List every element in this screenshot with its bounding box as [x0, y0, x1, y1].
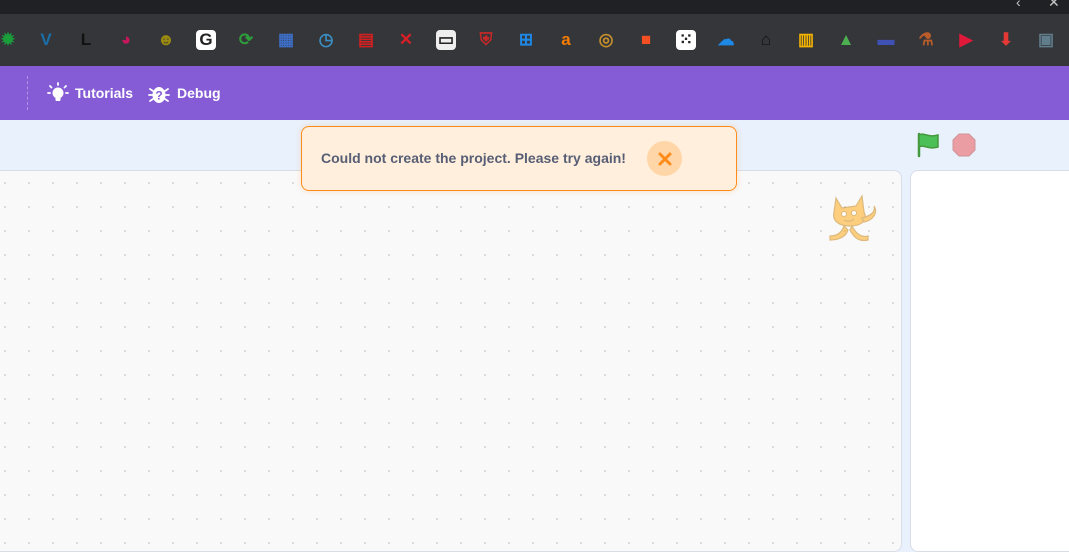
ext-amazon-icon[interactable]: a: [556, 30, 576, 50]
ext-green-refresh-icon[interactable]: ⟳: [236, 30, 256, 50]
ext-windows-icon[interactable]: ⊞: [516, 30, 536, 50]
ext-triangle-icon[interactable]: ▲: [836, 30, 856, 50]
ext-microsoft-icon[interactable]: ■: [636, 30, 656, 50]
ext-blue-window-icon[interactable]: ▬: [876, 30, 896, 50]
ext-bank-icon[interactable]: ⌂: [756, 30, 776, 50]
close-icon: [658, 152, 671, 165]
code-workspace[interactable]: [0, 170, 902, 552]
menu-bar: Tutorials ? Debug: [0, 66, 1069, 120]
ext-grid-icon[interactable]: ▦: [276, 30, 296, 50]
stop-icon[interactable]: [952, 133, 976, 157]
menu-divider: [27, 76, 28, 110]
ext-cloud-icon[interactable]: ☁: [716, 30, 736, 50]
alert-message: Could not create the project. Please try…: [321, 150, 626, 166]
ext-shield-icon[interactable]: ⛨: [476, 30, 496, 50]
ext-yellow-face-icon[interactable]: ☻: [156, 30, 176, 50]
ext-red-play-icon[interactable]: ▶: [956, 30, 976, 50]
ext-piano-icon[interactable]: ▥: [796, 30, 816, 50]
ext-red-down-icon[interactable]: ⬇: [996, 30, 1016, 50]
ext-donut-icon[interactable]: ◎: [596, 30, 616, 50]
ext-flask-icon[interactable]: ⚗: [916, 30, 936, 50]
debug-label: Debug: [177, 85, 221, 101]
ext-map-icon[interactable]: ◷: [316, 30, 336, 50]
extensions-toolbar: ✹ V L ◕ ☻ G ⟳ ▦ ◷ ▤ ✕ ▭ ⛨ ⊞ a ◎ ■ ⁙ ☁ ⌂ ▥ ▲ ▬ ⚗ ▶ ⬇ ▣: [0, 14, 1069, 66]
browser-title-strip: ‹ ✕: [0, 0, 1069, 14]
minimize-icon[interactable]: ‹: [1016, 0, 1021, 10]
lightbulb-icon: [47, 82, 69, 101]
ext-film-icon[interactable]: ▣: [1036, 30, 1056, 50]
ext-dice-icon[interactable]: ⁙: [676, 30, 696, 50]
tutorials-label: Tutorials: [75, 85, 134, 101]
ext-speech-icon[interactable]: ▭: [436, 30, 456, 50]
green-flag-icon[interactable]: [914, 130, 942, 158]
ext-vs-icon[interactable]: V: [36, 30, 56, 50]
ext-l-bracket-icon[interactable]: L: [76, 30, 96, 50]
ext-google-icon[interactable]: G: [196, 30, 216, 50]
tutorials-menu-button[interactable]: Tutorials: [47, 66, 133, 120]
ext-green-gear-icon[interactable]: ✹: [0, 30, 18, 50]
error-alert: Could not create the project. Please try…: [301, 126, 737, 191]
svg-text:?: ?: [155, 89, 162, 103]
ext-red-calendar-icon[interactable]: ▤: [356, 30, 376, 50]
stage-panel[interactable]: [910, 170, 1069, 552]
ext-red-x-icon[interactable]: ✕: [396, 30, 416, 50]
sprite-cat-icon: [829, 194, 877, 242]
debug-bug-icon: ?: [148, 87, 170, 103]
ext-colorwheel-icon[interactable]: ◕: [116, 30, 136, 50]
debug-menu-button[interactable]: ? Debug: [147, 66, 221, 120]
alert-close-button[interactable]: [647, 141, 682, 176]
close-window-icon[interactable]: ✕: [1048, 0, 1060, 11]
